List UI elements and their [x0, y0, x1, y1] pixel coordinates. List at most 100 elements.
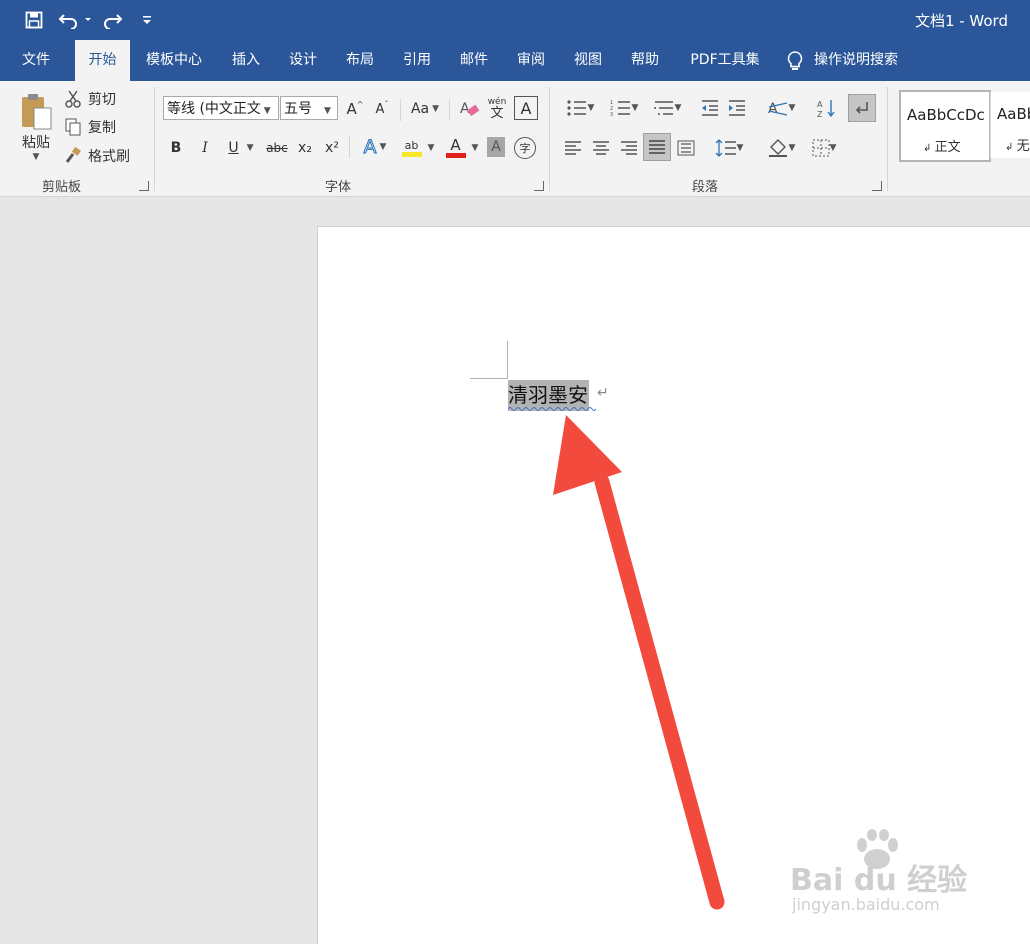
clipboard-group-label: 剪贴板	[42, 180, 82, 195]
increase-indent-button[interactable]	[725, 96, 749, 120]
font-launcher[interactable]	[534, 181, 544, 191]
underline-button[interactable]: U ▼	[222, 137, 260, 159]
superscript-button[interactable]: x²	[321, 137, 343, 159]
tab-view[interactable]: 视图	[564, 40, 612, 81]
line-spacing-button[interactable]: ▼	[710, 136, 748, 160]
style-no-spacing-label-wrap: ↲ 无	[1005, 135, 1030, 154]
italic-button[interactable]: I	[195, 137, 215, 159]
chevron-down-icon: ▼	[829, 143, 837, 153]
chevron-down-icon: ▼	[324, 106, 331, 116]
tab-references[interactable]: 引用	[393, 40, 441, 81]
paste-button[interactable]: 粘贴 ▼	[14, 87, 58, 167]
format-painter-button[interactable]: 格式刷	[64, 144, 130, 168]
divider	[549, 87, 550, 191]
chevron-down-icon: ▼	[432, 104, 440, 114]
font-name-combo[interactable]: 等线 (中文正文 ▼	[163, 96, 279, 120]
copy-button[interactable]: 复制	[64, 115, 116, 139]
tab-file[interactable]: 文件	[12, 40, 60, 81]
highlight-swatch	[401, 152, 422, 157]
red-arrow-annotation	[553, 415, 725, 910]
margin-corner-mark	[470, 341, 508, 379]
font-color-label: A	[450, 136, 461, 154]
multilevel-list-button[interactable]: ▼	[648, 96, 686, 120]
highlight-button[interactable]: ab ▼	[398, 135, 438, 161]
text-effects-button[interactable]: A ▼	[357, 135, 393, 159]
paragraph-mark: ↵	[597, 385, 609, 401]
phonetic-guide-button[interactable]: wén 文	[485, 96, 509, 122]
tab-pdf-tools[interactable]: PDF工具集	[680, 40, 770, 81]
divider	[349, 136, 350, 158]
divider	[887, 87, 888, 191]
borders-button[interactable]: ▼	[805, 136, 843, 160]
customize-icon[interactable]	[138, 8, 156, 32]
bullets-button[interactable]: ▼	[561, 96, 599, 120]
decrease-indent-button[interactable]	[698, 96, 722, 120]
watermark-brand: Bai du 经验	[790, 863, 968, 898]
style-no-spacing[interactable]: AaBb ↲ 无	[990, 92, 1030, 158]
bold-button[interactable]: B	[166, 137, 186, 159]
tab-template-center[interactable]: 模板中心	[136, 40, 212, 81]
tab-layout[interactable]: 布局	[336, 40, 384, 81]
change-case-label: Aa	[410, 101, 430, 117]
svg-text:3: 3	[610, 112, 613, 117]
tab-mailings[interactable]: 邮件	[450, 40, 498, 81]
chinese-layout-button[interactable]: A ▼	[762, 96, 800, 120]
clear-formatting-button[interactable]: A	[457, 96, 483, 122]
align-right-button[interactable]	[617, 136, 641, 160]
subscript-button[interactable]: x₂	[294, 137, 316, 159]
clipboard-icon	[22, 94, 52, 130]
tab-home[interactable]: 开始	[75, 40, 130, 81]
align-center-button[interactable]	[589, 136, 613, 160]
character-shading-label: A	[491, 139, 501, 155]
return-icon: ↲	[1005, 142, 1017, 153]
baidu-jingyan-watermark: Bai du 经验 jingyan.baidu.com	[790, 829, 980, 925]
multilevel-list-icon	[653, 101, 673, 115]
strikethrough-button[interactable]: abc	[264, 137, 290, 159]
enclose-characters-button[interactable]: 字	[514, 137, 536, 159]
copy-label: 复制	[88, 120, 116, 136]
chevron-down-icon: ▼	[631, 103, 639, 113]
increase-indent-icon	[729, 100, 745, 116]
sort-button[interactable]: AZ	[815, 96, 839, 120]
shading-button[interactable]: ▼	[762, 136, 800, 160]
paragraph-group-label: 段落	[692, 180, 719, 195]
align-left-button[interactable]	[561, 136, 585, 160]
svg-text:Z: Z	[817, 110, 823, 118]
clipboard-launcher[interactable]	[139, 181, 149, 191]
line-spacing-icon	[715, 139, 736, 157]
shrink-font-button[interactable]: Aˇ	[372, 99, 392, 119]
cut-button[interactable]: 剪切	[64, 87, 116, 111]
paragraph-launcher[interactable]	[872, 181, 882, 191]
distributed-button[interactable]	[674, 136, 698, 160]
font-color-swatch	[445, 153, 466, 158]
brush-icon	[65, 147, 81, 163]
grow-font-button[interactable]: A ^	[345, 99, 365, 119]
numbering-button[interactable]: 123 ▼	[605, 96, 643, 120]
chevron-down-icon: ▼	[427, 143, 435, 153]
show-marks-button[interactable]	[848, 94, 876, 122]
shrink-font-label: A	[375, 101, 385, 117]
undo-icon[interactable]	[56, 8, 94, 32]
format-painter-label: 格式刷	[88, 149, 130, 165]
save-icon[interactable]	[22, 8, 46, 32]
tab-help[interactable]: 帮助	[621, 40, 669, 81]
grow-font-label: A	[346, 100, 357, 118]
tab-insert[interactable]: 插入	[222, 40, 270, 81]
divider	[449, 99, 450, 121]
tab-design[interactable]: 设计	[279, 40, 327, 81]
character-shading-button[interactable]: A	[487, 137, 505, 157]
chevron-down-icon: ▼	[260, 106, 271, 116]
subscript-label: x₂	[298, 140, 312, 156]
character-border-button[interactable]: A	[514, 96, 538, 120]
justify-button[interactable]	[643, 133, 671, 161]
bold-label: B	[170, 140, 182, 156]
font-size-value: 五号	[284, 101, 312, 117]
style-normal[interactable]: AaBbCcDc ↲ 正文	[899, 90, 991, 162]
change-case-button[interactable]: Aa ▼	[408, 99, 442, 119]
redo-icon[interactable]	[100, 8, 126, 32]
font-size-combo[interactable]: 五号 ▼	[280, 96, 338, 120]
font-color-button[interactable]: A ▼	[442, 135, 482, 161]
tab-review[interactable]: 审阅	[507, 40, 555, 81]
chevron-down-icon: ▼	[736, 143, 744, 153]
tell-me-search[interactable]: 操作说明搜索	[786, 40, 926, 81]
